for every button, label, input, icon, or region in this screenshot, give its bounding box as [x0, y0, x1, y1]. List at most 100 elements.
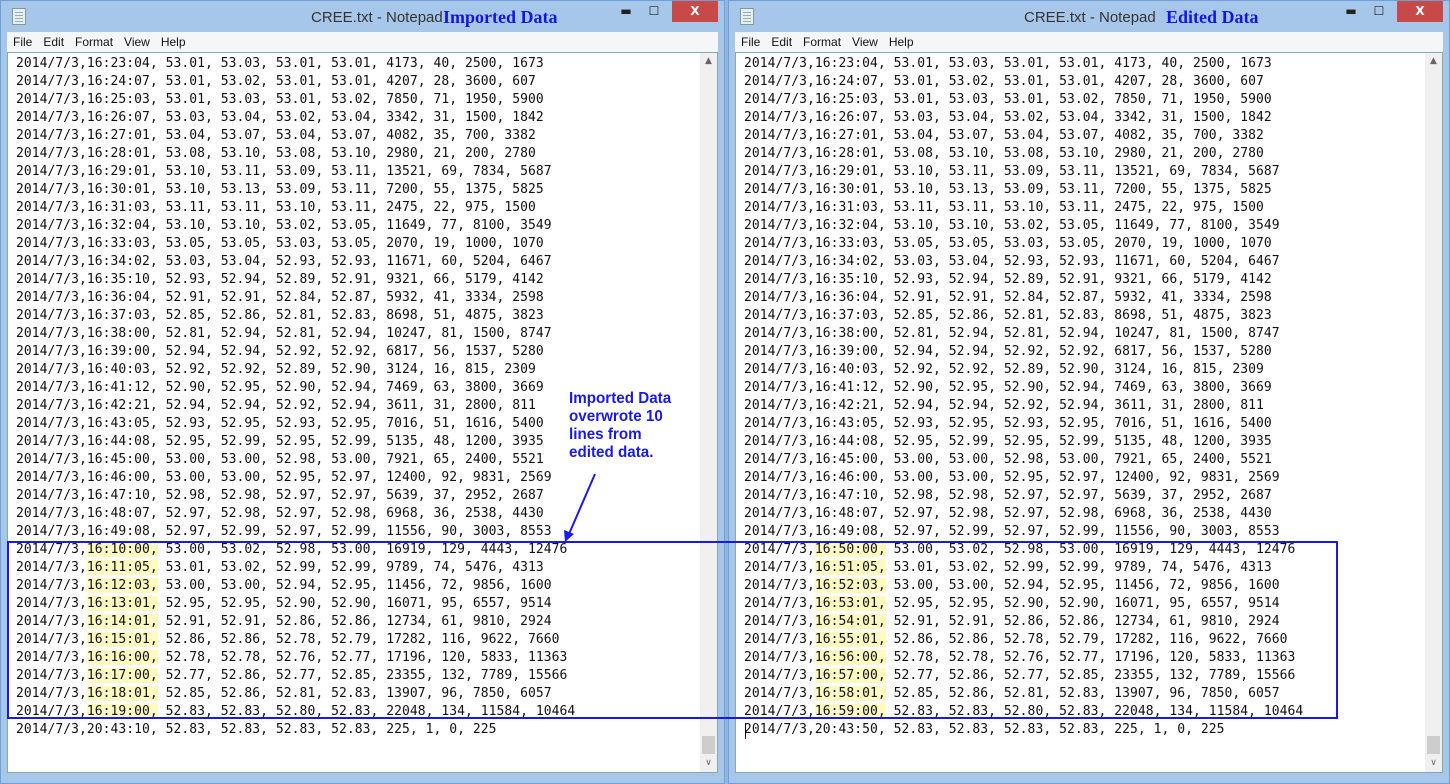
- text-line: 2014/7/3,16:18:01, 52.85, 52.86, 52.81, …: [16, 685, 575, 703]
- line-time: 16:47:10,: [86, 488, 158, 503]
- line-values: 53.03, 53.04, 52.93, 52.93, 11671, 60, 5…: [885, 254, 1280, 269]
- window-title: CREE.txt - Notepad: [1024, 9, 1156, 26]
- menu-file[interactable]: File: [7, 32, 37, 49]
- line-time: 16:31:03,: [86, 200, 158, 215]
- line-date: 2014/7/3,: [744, 542, 815, 557]
- line-date: 2014/7/3,: [16, 308, 87, 323]
- scroll-thumb[interactable]: [702, 736, 715, 754]
- text-line: 2014/7/3,16:51:05, 53.01, 53.02, 52.99, …: [744, 559, 1303, 577]
- text-line: 2014/7/3,16:37:03, 52.85, 52.86, 52.81, …: [744, 307, 1303, 325]
- menu-format[interactable]: Format: [797, 32, 846, 49]
- line-date: 2014/7/3,: [16, 362, 87, 377]
- vertical-scrollbar[interactable]: ▲ ∨: [700, 53, 717, 772]
- line-time: 16:43:05,: [86, 416, 158, 431]
- scroll-up-icon[interactable]: ▲: [700, 53, 717, 70]
- line-values: 53.10, 53.10, 53.02, 53.05, 11649, 77, 8…: [885, 218, 1280, 233]
- line-time: 16:30:01,: [86, 182, 158, 197]
- line-date: 2014/7/3,: [16, 74, 87, 89]
- scroll-up-icon[interactable]: ▲: [1425, 53, 1442, 70]
- text-line: 2014/7/3,16:55:01, 52.86, 52.86, 52.78, …: [744, 631, 1303, 649]
- line-values: 53.00, 53.00, 52.98, 53.00, 7921, 65, 24…: [885, 452, 1272, 467]
- line-values: 53.00, 53.00, 52.94, 52.95, 11456, 72, 9…: [885, 578, 1280, 593]
- line-date: 2014/7/3,: [744, 650, 815, 665]
- minimize-button[interactable]: ▬: [612, 1, 640, 22]
- text-line: 2014/7/3,20:43:50, 52.83, 52.83, 52.83, …: [744, 721, 1303, 739]
- scroll-thumb[interactable]: [1427, 736, 1440, 754]
- text-line: 2014/7/3,16:33:03, 53.05, 53.05, 53.03, …: [744, 235, 1303, 253]
- menu-view[interactable]: View: [118, 32, 155, 49]
- line-time: 16:56:00,: [814, 650, 886, 665]
- line-values: 52.91, 52.91, 52.86, 52.86, 12734, 61, 9…: [157, 614, 552, 629]
- menu-help[interactable]: Help: [883, 32, 919, 49]
- line-values: 52.85, 52.86, 52.81, 52.83, 8698, 51, 48…: [157, 308, 544, 323]
- line-values: 52.85, 52.86, 52.81, 52.83, 13907, 96, 7…: [885, 686, 1280, 701]
- line-time: 16:45:00,: [814, 452, 886, 467]
- text-editor[interactable]: 2014/7/3, 16:23:04, 53.01, 53.03, 53.01, …: [735, 52, 1443, 773]
- line-date: 2014/7/3,: [744, 92, 815, 107]
- line-time: 16:26:07,: [86, 110, 158, 125]
- scroll-down-icon[interactable]: ∨: [1425, 755, 1442, 772]
- line-time: 16:34:02,: [814, 254, 886, 269]
- line-date: 2014/7/3,: [16, 686, 87, 701]
- line-values: 53.01, 53.03, 53.01, 53.01, 4173, 40, 25…: [885, 56, 1272, 71]
- line-date: 2014/7/3,: [16, 146, 87, 161]
- line-values: 52.97, 52.99, 52.97, 52.99, 11556, 90, 3…: [885, 524, 1280, 539]
- line-time: 16:13:01,: [86, 596, 158, 611]
- text-line: 2014/7/3,16:35:10, 52.93, 52.94, 52.89, …: [744, 271, 1303, 289]
- line-values: 52.98, 52.98, 52.97, 52.97, 5639, 37, 29…: [157, 488, 544, 503]
- text-line: 2014/7/3,16:57:00, 52.77, 52.86, 52.77, …: [744, 667, 1303, 685]
- line-date: 2014/7/3,: [16, 182, 87, 197]
- line-date: 2014/7/3,: [16, 614, 87, 629]
- line-date: 2014/7/3,: [16, 470, 87, 485]
- text-line: 2014/7/3,16:25:03, 53.01, 53.03, 53.01, …: [16, 91, 575, 109]
- line-date: 2014/7/3,: [744, 380, 815, 395]
- close-button[interactable]: X: [1397, 1, 1443, 22]
- menu-help[interactable]: Help: [155, 32, 191, 49]
- close-button[interactable]: X: [672, 1, 718, 22]
- line-time: 16:57:00,: [814, 668, 886, 683]
- line-values: 52.95, 52.99, 52.95, 52.99, 5135, 48, 12…: [885, 434, 1272, 449]
- line-date: 2014/7/3,: [16, 56, 87, 71]
- line-date: 2014/7/3,: [16, 110, 87, 125]
- text-line: 2014/7/3,16:42:21, 52.94, 52.94, 52.92, …: [16, 397, 575, 415]
- line-date: 2014/7/3,: [744, 704, 815, 719]
- menu-format[interactable]: Format: [69, 32, 118, 49]
- notepad-icon[interactable]: [740, 8, 754, 25]
- line-time: 16:24:07,: [814, 74, 886, 89]
- text-content[interactable]: 2014/7/3, 16:23:04, 53.01, 53.03, 53.01, …: [744, 55, 1303, 739]
- line-date: 2014/7/3,: [16, 398, 87, 413]
- line-date: 2014/7/3,: [744, 182, 815, 197]
- text-line: 2014/7/3,16:38:00, 52.81, 52.94, 52.81, …: [16, 325, 575, 343]
- line-time: 16:26:07,: [814, 110, 886, 125]
- notepad-icon[interactable]: [12, 8, 26, 25]
- line-values: 52.81, 52.94, 52.81, 52.94, 10247, 81, 1…: [157, 326, 552, 341]
- menu-edit[interactable]: Edit: [765, 32, 797, 49]
- line-values: 53.00, 53.00, 52.98, 53.00, 7921, 65, 24…: [157, 452, 544, 467]
- annotation-line: overwrote 10: [569, 408, 663, 425]
- line-values: 52.83, 52.83, 52.83, 52.83, 225, 1, 0, 2…: [157, 722, 497, 737]
- line-date: 2014/7/3,: [744, 668, 815, 683]
- line-values: 53.00, 53.00, 52.94, 52.95, 11456, 72, 9…: [157, 578, 552, 593]
- annotation-line: edited data.: [569, 444, 654, 461]
- maximize-button[interactable]: ☐: [640, 1, 668, 22]
- text-line: 2014/7/3,16:39:00, 52.94, 52.94, 52.92, …: [744, 343, 1303, 361]
- menu-edit[interactable]: Edit: [37, 32, 69, 49]
- line-date: 2014/7/3,: [16, 272, 87, 287]
- line-time: 16:10:00,: [86, 542, 158, 557]
- text-line: 2014/7/3,16:36:04, 52.91, 52.91, 52.84, …: [16, 289, 575, 307]
- line-values: 52.78, 52.78, 52.76, 52.77, 17196, 120, …: [885, 650, 1296, 665]
- line-date: 2014/7/3,: [16, 326, 87, 341]
- minimize-button[interactable]: ▬: [1337, 1, 1365, 22]
- line-date: 2014/7/3,: [16, 704, 87, 719]
- scroll-down-icon[interactable]: ∨: [700, 755, 717, 772]
- vertical-scrollbar[interactable]: ▲ ∨: [1425, 53, 1442, 772]
- text-caret: [745, 723, 746, 739]
- text-line: 2014/7/3,16:30:01, 53.10, 53.13, 53.09, …: [16, 181, 575, 199]
- maximize-button[interactable]: ☐: [1365, 1, 1393, 22]
- text-content[interactable]: 2014/7/3, 16:23:04, 53.01, 53.03, 53.01, …: [16, 55, 575, 739]
- line-date: 2014/7/3,: [744, 344, 815, 359]
- menu-file[interactable]: File: [735, 32, 765, 49]
- menu-view[interactable]: View: [846, 32, 883, 49]
- line-time: 16:41:12,: [86, 380, 158, 395]
- line-time: 16:46:00,: [814, 470, 886, 485]
